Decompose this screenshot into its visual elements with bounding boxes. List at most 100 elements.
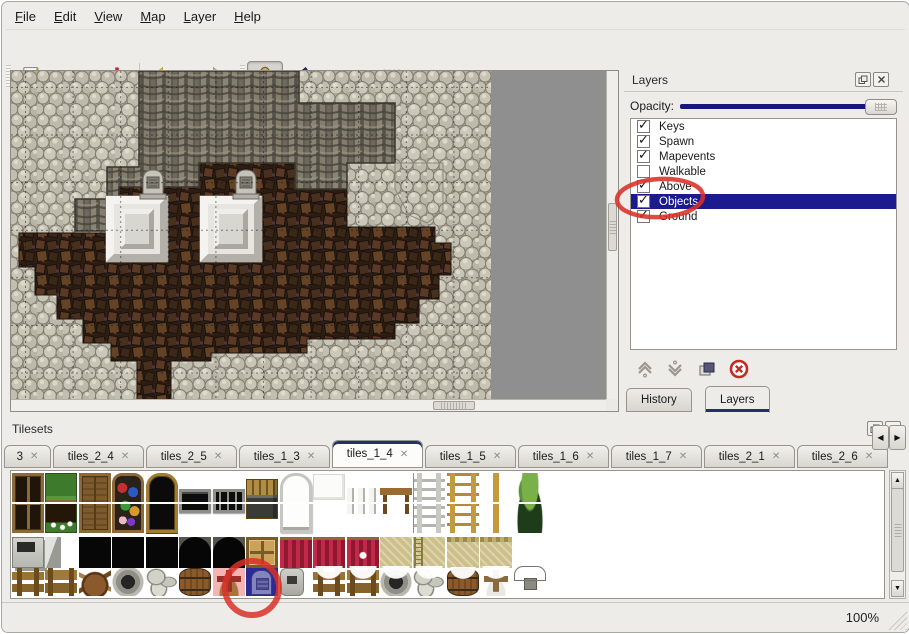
tile-floor-tan-ladder[interactable]: [413, 537, 445, 568]
tileset-tab-label: tiles_2_5: [161, 451, 207, 463]
layers-float-button[interactable]: [855, 72, 871, 87]
tab-close-icon[interactable]: ✕: [30, 451, 38, 462]
tileset-tab-3[interactable]: 3✕: [4, 445, 51, 468]
layer-row-walkable[interactable]: Walkable: [631, 164, 896, 179]
tile-tile-white-blank[interactable]: [313, 474, 345, 500]
tileset-vscroll-thumb[interactable]: [891, 488, 904, 572]
tab-label: History: [641, 394, 677, 406]
scrollbar-corner: [606, 399, 618, 411]
tile-floor-tan-border[interactable]: [447, 537, 479, 568]
menu-help[interactable]: Help: [225, 5, 270, 28]
tile-arch-black[interactable]: [179, 537, 211, 568]
layer-row-above[interactable]: ✓Above: [631, 179, 896, 194]
tile-curtain-red-2[interactable]: [313, 537, 345, 568]
tile-machine-gray[interactable]: [12, 537, 44, 568]
tab-close-icon[interactable]: ✕: [586, 451, 594, 462]
map-canvas[interactable]: [11, 71, 491, 399]
check-icon: ✓: [638, 177, 649, 193]
tab-history[interactable]: History: [626, 388, 692, 412]
tab-close-icon[interactable]: ✕: [307, 451, 315, 462]
tile-window-barred[interactable]: [213, 489, 245, 513]
tile-gravestone-snow[interactable]: [514, 568, 546, 596]
layer-visibility-checkbox[interactable]: ✓: [637, 210, 650, 223]
tile-wedge-gray[interactable]: [45, 537, 61, 568]
tile-table-wood[interactable]: [380, 486, 412, 514]
opacity-slider[interactable]: [680, 95, 897, 117]
map-vertical-scrollbar[interactable]: [606, 71, 618, 399]
tab-close-icon[interactable]: ✕: [772, 451, 780, 462]
layer-row-ground[interactable]: ✓Ground: [631, 209, 896, 224]
tileset-tab-tiles_2_5[interactable]: tiles_2_5 ✕: [146, 445, 237, 468]
tileset-tab-tiles_1_6[interactable]: tiles_1_6 ✕: [518, 445, 609, 468]
tab-close-icon[interactable]: ✕: [214, 451, 222, 462]
tab-close-icon[interactable]: ✕: [493, 451, 501, 462]
delete-layer-button[interactable]: [726, 358, 752, 380]
tile-curtain-red[interactable]: [280, 537, 312, 568]
tile-sign-snow[interactable]: [313, 568, 345, 596]
layer-row-keys[interactable]: ✓Keys: [631, 119, 896, 134]
duplicate-layer-button[interactable]: [694, 358, 720, 380]
opacity-slider-handle[interactable]: [865, 99, 897, 115]
map-platform-1: [106, 196, 168, 262]
tile-basket-wood[interactable]: [79, 568, 111, 596]
tab-close-icon[interactable]: ✕: [400, 449, 408, 460]
tile-well-snow[interactable]: [380, 568, 412, 596]
tile-window-small-dark[interactable]: [179, 489, 211, 513]
tile-tile-black-2[interactable]: [112, 537, 144, 568]
tile-floor-tan[interactable]: [380, 537, 412, 568]
tile-barrel-wood[interactable]: [179, 568, 211, 596]
tile-arch-black-2[interactable]: [213, 537, 245, 568]
tile-barrel-snow[interactable]: [447, 568, 479, 596]
menu-view[interactable]: View: [85, 5, 131, 28]
tile-lantern-gray[interactable]: [280, 568, 304, 596]
resize-grip[interactable]: [887, 610, 907, 630]
tile-tile-black-3[interactable]: [146, 537, 178, 568]
tile-frame-wood[interactable]: [246, 537, 278, 568]
tileset-vertical-scrollbar[interactable]: ▲ ▼: [889, 470, 906, 599]
tab-close-icon[interactable]: ✕: [679, 451, 687, 462]
layer-row-objects[interactable]: ✓Objects: [631, 194, 896, 209]
tile-well-stone[interactable]: [112, 568, 144, 596]
tile-sign-snow-wide[interactable]: [347, 568, 379, 596]
tile-stones-snow[interactable]: [413, 568, 445, 596]
tab-scroll-right-button[interactable]: ▶: [889, 425, 906, 450]
tileset-tab-tiles_1_7[interactable]: tiles_1_7✕: [611, 445, 702, 468]
lower-layer-button[interactable]: [662, 358, 688, 380]
layer-visibility-checkbox[interactable]: ✓: [637, 150, 650, 163]
tileset-tab-tiles_2_1[interactable]: tiles_2_1✕: [704, 445, 795, 468]
layers-close-button[interactable]: [873, 72, 889, 87]
tile-cross-red[interactable]: [213, 568, 245, 596]
tile-tile-black[interactable]: [79, 537, 111, 568]
menu-edit[interactable]: Edit: [45, 5, 85, 28]
tile-curtain-red-tied[interactable]: [347, 537, 379, 568]
map-horizontal-scrollbar[interactable]: [11, 399, 606, 411]
tile-cross-snow[interactable]: [480, 568, 512, 596]
tileset-scroll-down-button[interactable]: ▼: [891, 580, 904, 597]
tileset-scroll-up-button[interactable]: ▲: [891, 472, 904, 489]
tileset-tab-tiles_2_4[interactable]: tiles_2_4✕: [53, 445, 144, 468]
menu-layer[interactable]: Layer: [175, 5, 226, 28]
menu-file[interactable]: File: [6, 5, 45, 28]
tile-gravestone-blue[interactable]: [246, 568, 278, 596]
tile-floor-tan-border-2[interactable]: [480, 537, 512, 568]
tileset-tab-tiles_1_3[interactable]: tiles_1_3✕: [239, 445, 330, 468]
layer-row-spawn[interactable]: ✓Spawn: [631, 134, 896, 149]
tab-layers[interactable]: Layers: [705, 386, 770, 413]
tab-scroll-left-button[interactable]: ◀: [872, 425, 889, 450]
tab-close-icon[interactable]: ✕: [865, 451, 873, 462]
tile-window-awning[interactable]: [246, 479, 278, 519]
tile-pillars-white[interactable]: [347, 488, 379, 514]
map-hscroll-thumb[interactable]: [433, 401, 475, 410]
tab-close-icon[interactable]: ✕: [121, 451, 129, 462]
check-icon: ✓: [638, 132, 649, 148]
tileset-tab-label: tiles_1_6: [533, 451, 579, 463]
layer-row-mapevents[interactable]: ✓Mapevents: [631, 149, 896, 164]
tile-stones-gray[interactable]: [146, 568, 178, 596]
tile-sign-wood-wide[interactable]: [45, 568, 77, 596]
tile-sign-wood[interactable]: [12, 568, 44, 596]
raise-layer-button[interactable]: [632, 358, 658, 380]
menu-map[interactable]: Map: [131, 5, 174, 28]
map-vscroll-thumb[interactable]: [608, 203, 617, 251]
tileset-tab-tiles_1_5[interactable]: tiles_1_5✕: [425, 445, 516, 468]
tileset-tab-tiles_1_4[interactable]: tiles_1_4✕: [332, 440, 423, 468]
